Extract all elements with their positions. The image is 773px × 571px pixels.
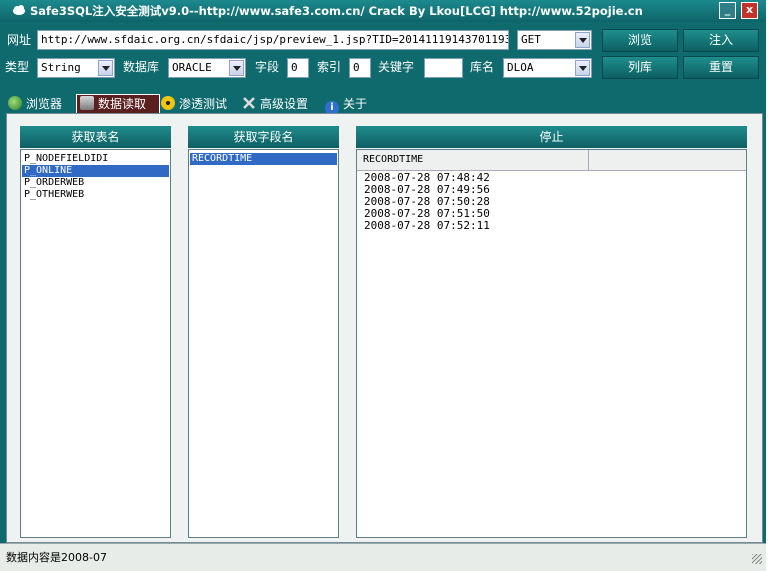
tab-about[interactable]: i 关于 — [325, 95, 381, 115]
app-window: Safe3SQL注入安全测试v9.0--http://www.safe3.com… — [0, 0, 766, 571]
type-value: String — [41, 61, 81, 74]
type-label: 类型 — [5, 60, 30, 74]
fields-list[interactable]: RECORDTIME — [188, 149, 339, 538]
chevron-down-icon[interactable] — [575, 32, 590, 48]
grid-header: RECORDTIME — [357, 150, 746, 171]
url-input[interactable]: http://www.sfdaic.org.cn/sfdaic/jsp/prev… — [37, 30, 509, 50]
status-text: 数据内容是2008-07 — [6, 551, 107, 564]
radiation-icon — [161, 96, 175, 110]
column-header-recordtime[interactable]: RECORDTIME — [357, 150, 589, 170]
table-row[interactable]: 2008-07-28 07:52:11 — [362, 220, 662, 232]
field-count-input[interactable]: 0 — [287, 58, 309, 78]
database-select[interactable]: ORACLE — [168, 58, 246, 78]
keyword-input[interactable] — [424, 58, 463, 78]
minimize-button[interactable]: _ — [719, 2, 736, 19]
index-input[interactable]: 0 — [349, 58, 371, 78]
tables-list[interactable]: P_NODEFIELDIDI P_ONLINE P_ORDERWEB P_OTH… — [20, 149, 171, 538]
browse-button[interactable]: 浏览 — [602, 29, 678, 52]
grid-rows: 2008-07-28 07:48:42 2008-07-28 07:49:56 … — [362, 172, 662, 232]
chevron-down-icon[interactable] — [229, 60, 244, 76]
tab-penetration-test[interactable]: 渗透测试 — [161, 95, 239, 113]
dbname-label: 库名 — [470, 60, 495, 74]
tab-label: 浏览器 — [26, 97, 63, 111]
close-button[interactable]: x — [741, 2, 758, 19]
reset-button[interactable]: 重置 — [683, 56, 759, 79]
list-db-button[interactable]: 列库 — [602, 56, 678, 79]
window-title: Safe3SQL注入安全测试v9.0--http://www.safe3.com… — [30, 4, 643, 18]
index-label: 索引 — [317, 60, 342, 74]
tab-label: 数据读取 — [98, 97, 147, 111]
cloud-icon — [13, 5, 25, 15]
list-item[interactable]: P_OTHERWEB — [22, 189, 169, 201]
get-tables-button[interactable]: 获取表名 — [20, 126, 171, 148]
dbname-select[interactable]: DLOA — [503, 58, 592, 78]
title-bar[interactable]: Safe3SQL注入安全测试v9.0--http://www.safe3.com… — [0, 0, 766, 22]
tables-list-items: P_NODEFIELDIDI P_ONLINE P_ORDERWEB P_OTH… — [22, 153, 169, 201]
database-icon — [80, 96, 94, 110]
stop-button[interactable]: 停止 — [356, 126, 747, 148]
tab-label: 高级设置 — [260, 97, 309, 111]
status-bar: 数据内容是2008-07 — [0, 543, 766, 571]
data-read-content: 获取表名 P_NODEFIELDIDI P_ONLINE P_ORDERWEB … — [6, 113, 763, 543]
inject-button[interactable]: 注入 — [683, 29, 759, 52]
database-value: ORACLE — [172, 61, 212, 74]
method-select[interactable]: GET — [517, 30, 592, 50]
list-item-selected[interactable]: RECORDTIME — [190, 153, 337, 165]
tools-icon — [243, 97, 255, 109]
tab-data-read[interactable]: 数据读取 — [76, 94, 160, 114]
type-select[interactable]: String — [37, 58, 115, 78]
tab-browser[interactable]: 浏览器 — [8, 95, 76, 113]
resize-grip-icon[interactable] — [752, 554, 762, 564]
tab-label: 渗透测试 — [179, 97, 228, 111]
database-label: 数据库 — [123, 60, 160, 74]
tab-label: 关于 — [343, 97, 368, 111]
field-label: 字段 — [255, 60, 280, 74]
url-label: 网址 — [7, 33, 32, 47]
method-value: GET — [521, 33, 541, 46]
fields-list-items: RECORDTIME — [190, 153, 337, 165]
get-fields-button[interactable]: 获取字段名 — [188, 126, 339, 148]
chevron-down-icon[interactable] — [575, 60, 590, 76]
keyword-label: 关键字 — [378, 60, 415, 74]
globe-icon — [8, 96, 22, 110]
list-item[interactable]: P_NODEFIELDIDI — [22, 153, 169, 165]
tab-advanced-settings[interactable]: 高级设置 — [242, 95, 322, 113]
list-item[interactable]: P_ORDERWEB — [22, 177, 169, 189]
list-item-selected[interactable]: P_ONLINE — [22, 165, 169, 177]
dbname-value: DLOA — [507, 61, 534, 74]
background-edge — [766, 0, 773, 570]
chevron-down-icon[interactable] — [98, 60, 113, 76]
data-grid[interactable]: RECORDTIME 2008-07-28 07:48:42 2008-07-2… — [356, 149, 747, 538]
